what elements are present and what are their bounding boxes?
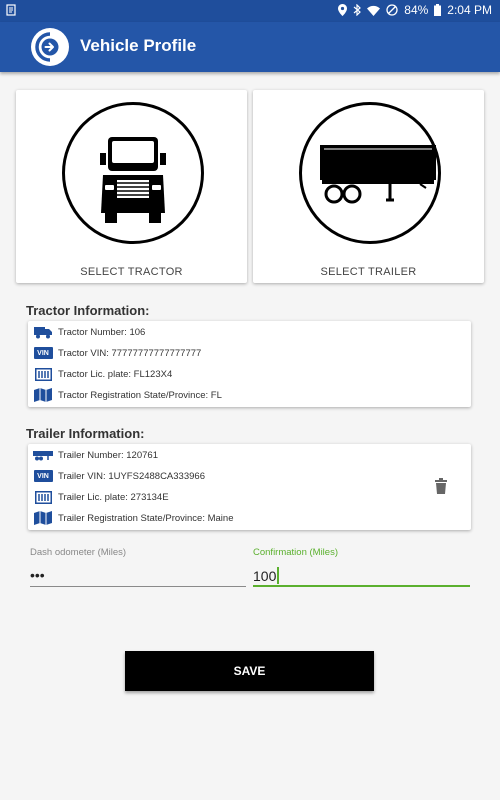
save-button[interactable]: SAVE: [125, 651, 374, 691]
trailer-info-card: Trailer Number: 120761 VIN Trailer VIN: …: [28, 444, 471, 530]
wifi-icon: [367, 5, 381, 16]
tractor-state: Tractor Registration State/Province: FL: [58, 389, 222, 401]
location-icon: [338, 4, 348, 16]
tractor-number: Tractor Number: 106: [58, 326, 146, 338]
notification-icon: [6, 4, 18, 16]
confirmation-value: 100: [253, 568, 277, 584]
trailer-info-title: Trailer Information:: [26, 426, 145, 441]
trailer-vin: Trailer VIN: 1UYFS2488CA333966: [58, 470, 205, 482]
select-trailer-label: SELECT TRAILER: [320, 266, 417, 278]
tractor-plate: Tractor Lic. plate: FL123X4: [58, 368, 173, 380]
trailer-plate: Trailer Lic. plate: 273134E: [58, 491, 169, 503]
trailer-number: Trailer Number: 120761: [58, 449, 158, 461]
page-title: Vehicle Profile: [80, 36, 197, 55]
tractor-info-card: Tractor Number: 106 VIN Tractor VIN: 777…: [28, 321, 471, 407]
map-icon: [33, 387, 53, 403]
vin-badge: VIN: [33, 470, 53, 482]
tractor-state-row: Tractor Registration State/Province: FL: [33, 385, 222, 405]
app-bar: Vehicle Profile: [0, 22, 500, 72]
bluetooth-icon: [353, 4, 362, 16]
battery-percent: 84%: [404, 3, 429, 17]
trash-icon[interactable]: [434, 478, 448, 494]
trailer-side-icon: [299, 102, 441, 244]
confirmation-label: Confirmation (Miles): [253, 547, 338, 558]
trailer-number-row: Trailer Number: 120761: [33, 445, 158, 465]
select-tractor-card[interactable]: SELECT TRACTOR: [16, 90, 247, 283]
battery-icon: [434, 4, 442, 16]
tractor-info-title: Tractor Information:: [26, 303, 150, 318]
tractor-number-row: Tractor Number: 106: [33, 322, 145, 342]
tractor-vin-row: VIN Tractor VIN: 77777777777777777: [33, 343, 201, 363]
select-trailer-card[interactable]: SELECT TRAILER: [253, 90, 484, 283]
status-bar: 84% 2:04 PM: [0, 0, 500, 22]
vin-icon: VIN: [33, 468, 53, 484]
confirmation-input[interactable]: 100: [253, 563, 470, 587]
semi-truck-front-icon: [62, 102, 204, 244]
trailer-vin-row: VIN Trailer VIN: 1UYFS2488CA333966: [33, 466, 205, 486]
trailer-state: Trailer Registration State/Province: Mai…: [58, 512, 234, 524]
tractor-plate-row: Tractor Lic. plate: FL123X4: [33, 364, 172, 384]
vin-badge: VIN: [33, 347, 53, 359]
select-tractor-label: SELECT TRACTOR: [80, 266, 183, 278]
trailer-plate-row: Trailer Lic. plate: 273134E: [33, 487, 169, 507]
trailer-state-row: Trailer Registration State/Province: Mai…: [33, 508, 233, 528]
map-icon: [33, 510, 53, 526]
license-plate-icon: [33, 489, 53, 505]
vin-icon: VIN: [33, 345, 53, 361]
do-not-disturb-icon: [386, 4, 398, 16]
license-plate-icon: [33, 366, 53, 382]
trailer-icon: [33, 447, 53, 463]
truck-icon: [33, 324, 53, 340]
odometer-input[interactable]: •••: [30, 563, 246, 587]
odometer-label: Dash odometer (Miles): [30, 547, 127, 558]
tractor-vin: Tractor VIN: 77777777777777777: [58, 347, 202, 359]
text-cursor: [277, 567, 279, 584]
clock: 2:04 PM: [447, 3, 492, 17]
arrow-circle-logo-icon: [31, 28, 69, 66]
